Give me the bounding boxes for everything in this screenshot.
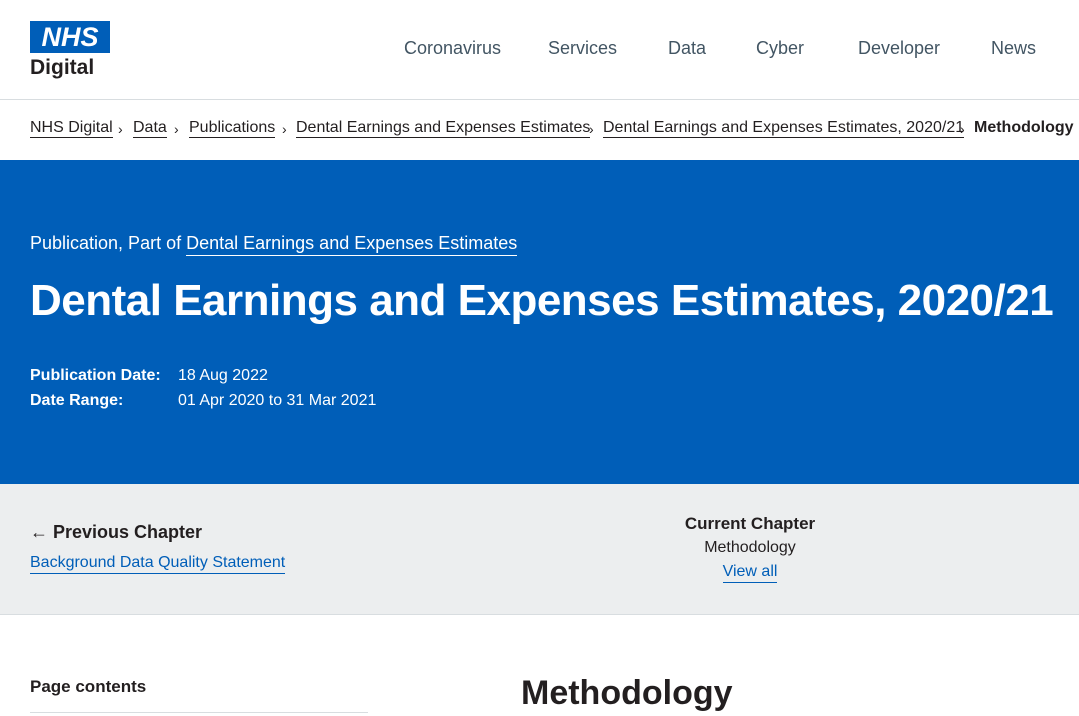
date-range-value: 01 Apr 2020 to 31 Mar 2021 — [178, 392, 377, 409]
previous-chapter-heading: ← Previous Chapter — [30, 522, 202, 543]
breadcrumb-chevron-icon: › — [174, 121, 179, 137]
nav-item-cyber[interactable]: Cyber — [756, 38, 804, 59]
previous-chapter-label: Previous Chapter — [53, 522, 203, 542]
view-all-chapters-link[interactable]: View all — [722, 563, 778, 583]
publication-hero: Publication, Part of Dental Earnings and… — [0, 160, 1079, 484]
nav-item-developer[interactable]: Developer — [858, 38, 940, 59]
publication-date-value: 18 Aug 2022 — [178, 367, 268, 384]
publication-date-label: Publication Date: — [30, 367, 161, 384]
current-chapter-heading: Current Chapter — [684, 514, 816, 533]
nav-item-data[interactable]: Data — [668, 38, 706, 59]
nhs-digital-logo[interactable]: NHS Digital — [30, 21, 110, 80]
page-contents-heading: Page contents — [30, 677, 147, 696]
page-contents-divider — [30, 712, 368, 713]
breadcrumb-publications[interactable]: Publications — [189, 119, 276, 138]
breadcrumb-nhs-digital[interactable]: NHS Digital — [30, 119, 113, 138]
current-chapter: Current Chapter Methodology View all — [650, 514, 850, 583]
nav-item-services[interactable]: Services — [548, 38, 617, 59]
breadcrumb-chevron-icon: › — [589, 121, 594, 137]
page-title: Dental Earnings and Expenses Estimates, … — [30, 276, 1054, 325]
chapter-navigation: ← Previous Chapter Background Data Quali… — [0, 484, 1079, 615]
date-range-row: Date Range: 01 Apr 2020 to 31 Mar 2021 — [30, 392, 376, 410]
current-chapter-name: Methodology — [704, 539, 796, 556]
breadcrumb-publication[interactable]: Dental Earnings and Expenses Estimates, … — [603, 119, 965, 138]
breadcrumb-chevron-icon: › — [960, 121, 965, 137]
section-title: Methodology — [521, 674, 733, 712]
previous-chapter-link[interactable]: Background Data Quality Statement — [30, 554, 286, 574]
breadcrumb-current: Methodology — [974, 119, 1074, 136]
breadcrumb-data[interactable]: Data — [133, 119, 167, 138]
date-range-label: Date Range: — [30, 392, 124, 409]
publication-kicker: Publication, Part of Dental Earnings and… — [30, 233, 518, 256]
breadcrumb-series[interactable]: Dental Earnings and Expenses Estimates — [296, 119, 591, 138]
nav-item-coronavirus[interactable]: Coronavirus — [404, 38, 501, 59]
nav-item-news[interactable]: News — [991, 38, 1036, 59]
publication-date-row: Publication Date: 18 Aug 2022 — [30, 367, 268, 385]
logo-nhs-mark: NHS — [30, 21, 110, 53]
kicker-prefix: Publication, Part of — [30, 233, 182, 253]
breadcrumb-chevron-icon: › — [282, 121, 287, 137]
series-link[interactable]: Dental Earnings and Expenses Estimates — [186, 233, 518, 256]
logo-digital-text: Digital — [30, 56, 95, 79]
site-header: NHS Digital Coronavirus Services Data Cy… — [0, 0, 1079, 100]
breadcrumb-chevron-icon: › — [118, 121, 123, 137]
arrow-left-icon: ← — [30, 522, 48, 542]
